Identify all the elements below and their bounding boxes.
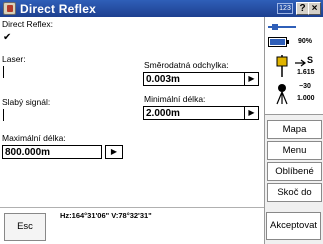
max-length-value: 800.000m: [5, 147, 51, 158]
std-deviation-dropdown-icon[interactable]: ▶: [244, 73, 258, 85]
std-deviation-field[interactable]: 0.003m ▶: [143, 72, 259, 86]
station-value: −30: [299, 83, 311, 90]
max-length-dropdown-icon[interactable]: ▶: [105, 145, 123, 159]
arrow-right-icon: [295, 59, 306, 67]
std-deviation-label: Směrodatná odchylka:: [144, 60, 229, 70]
close-button[interactable]: ×: [308, 2, 321, 15]
laser-label: Laser:: [2, 54, 26, 64]
instrument-icon: [276, 84, 288, 105]
weak-signal-checkbox[interactable]: [3, 109, 4, 121]
status-area[interactable]: 90% S 1.615 −30 1.000: [265, 17, 323, 115]
min-length-field[interactable]: 2.000m ▶: [143, 106, 259, 120]
input-mode-indicator[interactable]: 123: [277, 3, 293, 14]
station-height: 1.000: [297, 95, 315, 102]
prism-type: S: [307, 55, 314, 65]
max-length-label: Maximální délka:: [2, 133, 66, 143]
menu-button[interactable]: Menu: [267, 141, 322, 160]
esc-button[interactable]: Esc: [4, 213, 46, 241]
side-panel: 90% S 1.615 −30 1.000 Mapa Menu Oblíbené…: [264, 17, 323, 244]
battery-percent: 90%: [298, 38, 313, 45]
weak-signal-label: Slabý signál:: [2, 97, 51, 107]
direct-reflex-checkbox[interactable]: ✔: [3, 32, 11, 43]
max-length-field[interactable]: 800.000m: [2, 145, 102, 159]
prism-pole-icon: [276, 55, 288, 77]
app-icon[interactable]: [3, 2, 16, 15]
title-bar: Direct Reflex 123 ? ×: [0, 0, 323, 17]
min-length-dropdown-icon[interactable]: ▶: [244, 107, 258, 119]
prism-height: 1.615: [297, 69, 315, 76]
laser-beam-icon: [268, 24, 296, 30]
favorites-button[interactable]: Oblíbené: [267, 162, 322, 181]
min-length-value: 2.000m: [146, 108, 180, 119]
bottom-bar: Esc Hz:164°31'06" V:78°32'31": [0, 207, 264, 244]
laser-checkbox[interactable]: [3, 66, 4, 78]
angle-readout: Hz:164°31'06" V:78°32'31": [60, 211, 152, 220]
std-deviation-value: 0.003m: [146, 74, 180, 85]
window-title: Direct Reflex: [20, 2, 96, 16]
min-length-label: Minimální délka:: [144, 94, 206, 104]
settings-form: Direct Reflex: ✔ Laser: Slabý signál: Sm…: [0, 17, 264, 207]
direct-reflex-label: Direct Reflex:: [2, 19, 54, 29]
accept-button[interactable]: Akceptovat: [266, 212, 321, 240]
battery-icon: [268, 37, 289, 47]
jump-to-button[interactable]: Skoč do: [267, 183, 322, 202]
map-button[interactable]: Mapa: [267, 120, 322, 139]
